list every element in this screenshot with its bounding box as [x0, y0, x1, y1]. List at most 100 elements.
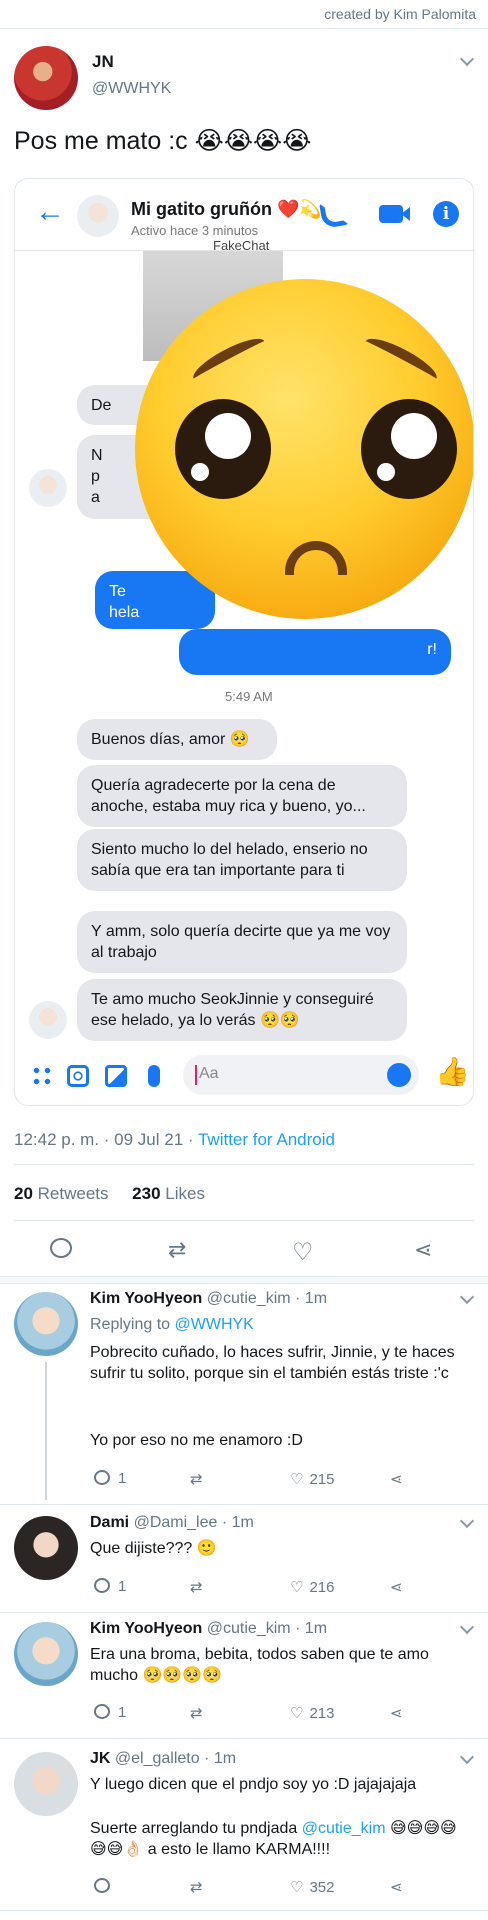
emoji-brow	[360, 331, 442, 389]
divider	[0, 1738, 488, 1739]
reply-text: Suerte arreglando tu pndjada @cutie_kim …	[90, 1820, 457, 1858]
credit-text: created by Kim Palomita	[324, 6, 476, 22]
retweet-button[interactable]: ⇄	[190, 1470, 209, 1488]
retweet-icon: ⇄	[190, 1878, 203, 1896]
chevron-down-icon[interactable]	[459, 1289, 475, 1305]
share-button[interactable]: ⋖	[390, 1878, 409, 1896]
chevron-down-icon[interactable]	[459, 1619, 475, 1635]
like-button[interactable]: ♡ 213	[290, 1704, 334, 1722]
reply-icon	[94, 1878, 110, 1893]
divider	[0, 1504, 488, 1505]
reply-text: Pobrecito cuñado, lo haces sufrir, Jinni…	[90, 1344, 455, 1382]
reply-avatar[interactable]	[14, 1752, 78, 1816]
retweet-icon: ⇄	[190, 1704, 203, 1722]
contact-avatar-small	[29, 469, 67, 507]
thread-line	[45, 1362, 47, 1500]
contact-status: Activo hace 3 minutos	[131, 223, 259, 238]
contact-name: Mi gatito gruñón ❤️💫	[131, 199, 322, 219]
chevron-down-icon[interactable]	[459, 1513, 475, 1529]
chat-input-bar: Aa 👍	[15, 1047, 473, 1105]
retweet-icon: ⇄	[190, 1578, 203, 1596]
share-icon: ⋖	[390, 1704, 403, 1722]
share-icon[interactable]: ⋖	[414, 1238, 440, 1263]
reply-actions: 1 ⇄ ♡ 215 ⋖	[90, 1470, 480, 1494]
microphone-icon	[148, 1065, 160, 1087]
like-button[interactable]: ♡ 216	[290, 1578, 334, 1596]
like-icon: ♡	[290, 1470, 304, 1488]
section-divider	[0, 1276, 488, 1284]
reply-text: Que dijiste??? 🙂	[90, 1540, 217, 1557]
reply-author[interactable]: Dami @Dami_lee · 1m	[90, 1514, 254, 1532]
like-icon: ♡	[290, 1578, 304, 1596]
thumbs-up-icon: 👍	[435, 1055, 470, 1088]
reply-icon	[94, 1704, 110, 1719]
reply-author[interactable]: JK @el_galleto · 1m	[90, 1750, 236, 1768]
chevron-down-icon[interactable]	[459, 1749, 475, 1765]
reply-text: Era una broma, bebita, todos saben que t…	[90, 1646, 429, 1684]
like-button[interactable]: ♡ 215	[290, 1470, 334, 1488]
share-button[interactable]: ⋖	[390, 1470, 409, 1488]
tweet-stats: 20 Retweets 230 Likes	[14, 1184, 205, 1204]
mention-link[interactable]: @cutie_kim	[302, 1820, 386, 1837]
share-icon: ⋖	[390, 1470, 403, 1488]
reply-button[interactable]: 1	[94, 1704, 126, 1721]
author-avatar[interactable]	[14, 46, 78, 110]
top-divider	[0, 28, 488, 29]
divider	[0, 1910, 488, 1911]
reply-icon[interactable]	[50, 1238, 72, 1258]
emoji-icon	[387, 1063, 411, 1087]
retweet-button[interactable]: ⇄	[190, 1578, 209, 1596]
back-arrow-icon: ←	[35, 195, 65, 228]
video-call-icon	[379, 205, 410, 223]
retweet-icon: ⇄	[190, 1470, 203, 1488]
chat-message: Y amm, solo quería decirte que ya me voy…	[77, 911, 407, 973]
embedded-chat-image[interactable]: ← Mi gatito gruñón ❤️💫 Activo hace 3 min…	[14, 178, 474, 1106]
reply-actions: ⇄ ♡ 352 ⋖	[90, 1878, 480, 1902]
reply-icon	[94, 1470, 110, 1485]
reply-button[interactable]: 1	[94, 1578, 126, 1595]
client-link[interactable]: Twitter for Android	[198, 1130, 335, 1149]
reply-author[interactable]: Kim YooHyeon @cutie_kim · 1m	[90, 1290, 327, 1308]
emoji-eye	[175, 399, 271, 499]
author-handle[interactable]: @WWHYK	[92, 80, 171, 98]
like-button[interactable]: ♡ 352	[290, 1878, 334, 1896]
share-icon: ⋖	[390, 1878, 403, 1896]
contact-avatar	[77, 195, 119, 237]
reply-text: Y luego dicen que el pndjo soy yo :D jaj…	[90, 1776, 417, 1793]
photo-icon	[105, 1065, 127, 1087]
reply-button[interactable]: 1	[94, 1470, 126, 1487]
divider	[14, 1220, 474, 1221]
tweet-timestamp: 12:42 p. m. · 09 Jul 21 · Twitter for An…	[14, 1130, 335, 1149]
reply-author[interactable]: Kim YooHyeon @cutie_kim · 1m	[90, 1620, 327, 1638]
share-button[interactable]: ⋖	[390, 1704, 409, 1722]
retweet-button[interactable]: ⇄	[190, 1704, 209, 1722]
divider	[0, 1612, 488, 1613]
chevron-down-icon[interactable]	[459, 51, 475, 67]
chat-header: ← Mi gatito gruñón ❤️💫 Activo hace 3 min…	[15, 179, 473, 253]
reply-icon	[94, 1578, 110, 1593]
share-button[interactable]: ⋖	[390, 1578, 409, 1596]
retweet-icon[interactable]: ⇄	[168, 1238, 194, 1263]
reply-actions: 1 ⇄ ♡ 216 ⋖	[90, 1578, 480, 1602]
replying-to: Replying to @WWHYK	[90, 1316, 254, 1333]
chat-message: Te amo mucho SeokJinnie y conseguiré ese…	[77, 979, 407, 1041]
retweets-label[interactable]: Retweets	[38, 1184, 109, 1203]
retweet-button[interactable]: ⇄	[190, 1878, 209, 1896]
retweet-count[interactable]: 20	[14, 1184, 33, 1203]
phone-icon	[318, 198, 350, 230]
tweet-text: Pos me mato :c 😭😭😭😭	[14, 127, 312, 155]
author-name[interactable]: JN	[92, 52, 114, 72]
reply-button[interactable]	[94, 1878, 118, 1895]
emoji-eye	[361, 399, 457, 499]
like-icon[interactable]: ♡	[292, 1238, 318, 1266]
divider	[14, 1164, 474, 1165]
like-count[interactable]: 230	[132, 1184, 160, 1203]
reply-avatar[interactable]	[14, 1292, 78, 1356]
likes-label[interactable]: Likes	[165, 1184, 205, 1203]
reply-avatar[interactable]	[14, 1622, 78, 1686]
emoji-mouth	[285, 541, 347, 575]
apps-icon	[31, 1065, 53, 1087]
emoji-brow	[188, 331, 270, 389]
share-icon: ⋖	[390, 1578, 403, 1596]
reply-avatar[interactable]	[14, 1516, 78, 1580]
